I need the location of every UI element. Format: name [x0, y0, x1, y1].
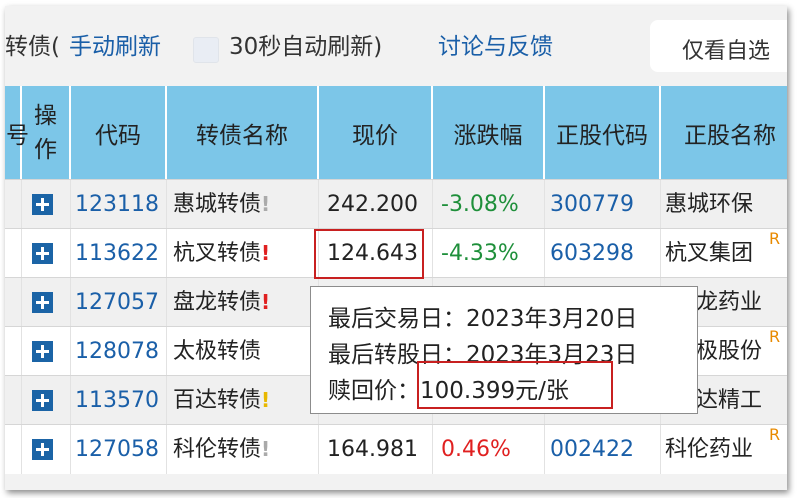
expand-plus-icon[interactable]	[32, 292, 53, 313]
auto-refresh-label: 30秒自动刷新)	[229, 34, 383, 60]
header-bond-name[interactable]: 转债名称	[167, 86, 319, 179]
table-row[interactable]: 127058 科伦转债! 164.981 0.46% 002422 科伦药业 R	[5, 424, 787, 474]
header-partial: 号	[5, 86, 29, 179]
redeem-price-highlight-box	[417, 361, 613, 409]
bond-code[interactable]: 127058	[71, 425, 167, 474]
bond-name[interactable]: 百达转债	[173, 388, 261, 413]
price: 242.200	[319, 180, 433, 229]
header-operation: 操作	[22, 86, 71, 179]
tooltip-last-trade-day: 最后交易日：2023年3月20日	[328, 306, 638, 332]
bond-code[interactable]: 128078	[71, 327, 167, 376]
header-code[interactable]: 代码	[71, 86, 167, 179]
bond-code[interactable]: 113622	[71, 229, 167, 278]
change-percent: -3.08%	[433, 180, 545, 229]
warning-mark: !	[261, 290, 271, 314]
warning-mark: !	[261, 192, 271, 216]
header-stock-name[interactable]: 正股名称	[661, 86, 787, 179]
bond-code[interactable]: 127057	[71, 278, 167, 327]
bond-name[interactable]: 科伦转债	[173, 437, 261, 462]
warning-mark: !	[261, 388, 271, 412]
bond-name[interactable]: 惠城转债	[173, 192, 261, 217]
change-percent: -4.33%	[433, 229, 545, 278]
only-favorites-button[interactable]: 仅看自选	[650, 20, 787, 72]
toolbar: 转债( 手动刷新 30秒自动刷新) 讨论与反馈 仅看自选	[5, 6, 787, 86]
manual-refresh-link[interactable]: 手动刷新	[69, 32, 161, 62]
header-stock-code[interactable]: 正股代码	[545, 86, 661, 179]
bond-code[interactable]: 123118	[71, 180, 167, 229]
r-badge: R	[769, 425, 781, 444]
header-change[interactable]: 涨跌幅	[433, 86, 545, 179]
discuss-feedback-link[interactable]: 讨论与反馈	[438, 32, 553, 62]
tooltip-redeem-label: 赎回价：	[328, 378, 420, 404]
header-price[interactable]: 现价	[319, 86, 433, 179]
stock-code[interactable]: 002422	[545, 425, 661, 474]
expand-plus-icon[interactable]	[32, 194, 53, 215]
stock-code[interactable]: 603298	[545, 229, 661, 278]
auto-refresh-checkbox[interactable]	[193, 37, 219, 63]
bond-name[interactable]: 太极转债	[173, 339, 261, 364]
change-percent: 0.46%	[433, 425, 545, 474]
warning-mark: !	[261, 437, 271, 461]
price-highlight-box	[314, 229, 424, 279]
bond-code[interactable]: 113570	[71, 376, 167, 425]
expand-plus-icon[interactable]	[32, 341, 53, 362]
price: 164.981	[319, 425, 433, 474]
r-badge: R	[769, 229, 781, 248]
bond-name[interactable]: 盘龙转债	[173, 290, 261, 315]
bond-name[interactable]: 杭叉转债	[173, 241, 261, 266]
stock-code[interactable]: 300779	[545, 180, 661, 229]
table-row[interactable]: 123118 惠城转债! 242.200 -3.08% 300779 惠城环保	[5, 179, 787, 229]
warning-mark: !	[261, 241, 271, 265]
bond-list-window: 转债( 手动刷新 30秒自动刷新) 讨论与反馈 仅看自选 号 操作 代码 转债名…	[5, 6, 787, 490]
expand-plus-icon[interactable]	[32, 439, 53, 460]
only-favorites-label: 仅看自选	[682, 39, 771, 64]
table-header: 号 操作 代码 转债名称 现价 涨跌幅 正股代码 正股名称	[5, 86, 787, 179]
expand-plus-icon[interactable]	[32, 243, 53, 264]
r-badge: R	[769, 327, 781, 346]
title-prefix: 转债(	[5, 34, 60, 60]
stock-name[interactable]: 惠城环保	[661, 180, 787, 229]
expand-plus-icon[interactable]	[32, 390, 53, 411]
